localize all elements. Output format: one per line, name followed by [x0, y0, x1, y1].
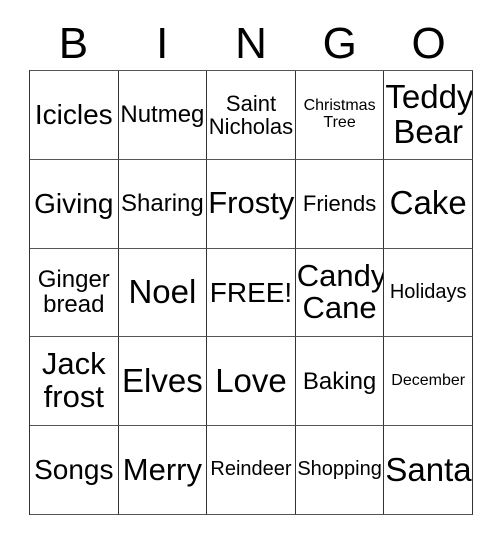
- bingo-cell-label: Shopping: [297, 458, 382, 481]
- bingo-cell-label: Candy Cane: [296, 257, 385, 326]
- bingo-row: Songs Merry Reindeer Shopping Santa: [30, 426, 473, 515]
- bingo-cell-i5[interactable]: Merry: [118, 426, 208, 515]
- bingo-cell-label: Reindeer: [210, 458, 292, 481]
- bingo-cell-i3[interactable]: Noel: [118, 248, 208, 338]
- bingo-cell-label: Cake: [389, 184, 467, 222]
- bingo-cell-g5[interactable]: Shopping: [295, 426, 385, 515]
- bingo-grid: Icicles Nutmeg Saint Nicholas Christmas …: [29, 70, 473, 515]
- bingo-row: Jack frost Elves Love Baking December: [30, 337, 473, 427]
- bingo-cell-b3[interactable]: Ginger bread: [30, 248, 119, 338]
- bingo-cell-free-space[interactable]: FREE!: [207, 248, 296, 338]
- bingo-cell-label: December: [391, 371, 466, 389]
- free-space-label: FREE!: [209, 276, 293, 308]
- bingo-cell-o5[interactable]: Santa: [384, 426, 473, 515]
- bingo-cell-label: Sharing: [121, 189, 204, 217]
- bingo-cell-n1[interactable]: Saint Nicholas: [207, 71, 296, 160]
- bingo-cell-i4[interactable]: Elves: [118, 337, 208, 427]
- bingo-cell-label: Noel: [128, 273, 197, 310]
- bingo-cell-label: Teddy Bear: [385, 77, 473, 150]
- header-letter-g: G: [322, 19, 357, 68]
- bingo-cell-label: Friends: [302, 191, 377, 217]
- bingo-cell-n2[interactable]: Frosty: [207, 159, 296, 249]
- bingo-cell-g4[interactable]: Baking: [295, 337, 385, 427]
- bingo-cell-label: Love: [215, 361, 287, 399]
- bingo-cell-label: Frosty: [208, 185, 295, 221]
- bingo-cell-o1[interactable]: Teddy Bear: [384, 71, 473, 160]
- bingo-cell-label: Merry: [122, 451, 202, 487]
- bingo-cell-g2[interactable]: Friends: [295, 159, 385, 249]
- header-letter-i: I: [156, 19, 169, 68]
- bingo-cell-label: Jack frost: [41, 346, 106, 415]
- bingo-cell-n4[interactable]: Love: [207, 337, 296, 427]
- bingo-cell-label: Elves: [122, 361, 203, 399]
- bingo-card: B I N G O Icicles Nutmeg Saint Nicholas …: [0, 0, 500, 544]
- bingo-cell-label: Songs: [34, 454, 114, 486]
- header-letter-o: O: [411, 19, 446, 68]
- bingo-cell-n5[interactable]: Reindeer: [207, 426, 296, 515]
- bingo-cell-label: Saint Nicholas: [208, 90, 294, 139]
- bingo-cell-o4[interactable]: December: [384, 337, 473, 427]
- bingo-cell-label: Baking: [302, 367, 377, 395]
- bingo-cell-i2[interactable]: Sharing: [118, 159, 208, 249]
- bingo-cell-label: Giving: [34, 187, 114, 219]
- bingo-cell-label: Icicles: [34, 99, 113, 131]
- bingo-cell-i1[interactable]: Nutmeg: [118, 71, 208, 160]
- bingo-cell-o2[interactable]: Cake: [384, 159, 473, 249]
- bingo-cell-b2[interactable]: Giving: [30, 159, 119, 249]
- bingo-cell-g1[interactable]: Christmas Tree: [295, 71, 385, 160]
- header-letter-n: N: [235, 19, 267, 68]
- bingo-header: B I N G O: [29, 18, 473, 70]
- bingo-cell-label: Holidays: [389, 280, 467, 303]
- bingo-cell-label: Nutmeg: [120, 101, 205, 129]
- bingo-row: Ginger bread Noel FREE! Candy Cane Holid…: [30, 248, 473, 338]
- bingo-cell-g3[interactable]: Candy Cane: [295, 248, 385, 338]
- bingo-row: Giving Sharing Frosty Friends Cake: [30, 159, 473, 249]
- bingo-cell-o3[interactable]: Holidays: [384, 248, 473, 338]
- bingo-cell-label: Christmas Tree: [303, 96, 376, 131]
- bingo-cell-b1[interactable]: Icicles: [30, 71, 119, 160]
- header-letter-b: B: [58, 19, 89, 68]
- bingo-row: Icicles Nutmeg Saint Nicholas Christmas …: [30, 71, 473, 160]
- bingo-cell-label: Ginger bread: [37, 266, 110, 319]
- bingo-cell-label: Santa: [385, 450, 472, 488]
- bingo-cell-b5[interactable]: Songs: [30, 426, 119, 515]
- bingo-cell-b4[interactable]: Jack frost: [30, 337, 119, 427]
